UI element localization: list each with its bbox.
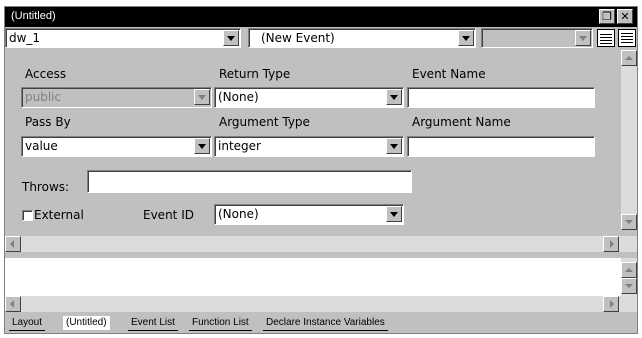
chevron-down-icon[interactable]: [386, 206, 402, 222]
return-type-value: (None): [218, 90, 259, 104]
scroll-left-icon[interactable]: [5, 236, 21, 252]
scroll-up-icon[interactable]: [621, 262, 637, 278]
event-id-label: Event ID: [143, 208, 194, 222]
chevron-down-icon[interactable]: [386, 89, 402, 105]
editor-horizontal-scrollbar[interactable]: [5, 296, 637, 312]
tab-untitled[interactable]: (Untitled): [63, 316, 110, 330]
return-type-label: Return Type: [219, 67, 291, 81]
scroll-right-icon[interactable]: [603, 236, 619, 252]
event-select-value: (New Event): [261, 31, 335, 45]
editor-vertical-scrollbar[interactable]: [621, 258, 637, 296]
chevron-down-icon[interactable]: [194, 89, 210, 105]
split-view-icon[interactable]: [618, 29, 636, 47]
event-name-label: Event Name: [412, 67, 486, 81]
chevron-down-icon[interactable]: [458, 30, 474, 46]
argument-type-value: integer: [218, 139, 261, 153]
list-view-icon[interactable]: [597, 29, 615, 47]
access-label: Access: [25, 67, 67, 81]
external-checkbox[interactable]: [22, 210, 33, 221]
chevron-down-icon[interactable]: [575, 30, 591, 46]
return-type-select[interactable]: (None): [214, 87, 404, 108]
horizontal-scrollbar[interactable]: [5, 236, 637, 252]
pass-by-label: Pass By: [25, 115, 71, 129]
object-select[interactable]: dw_1: [5, 28, 241, 48]
chevron-down-icon[interactable]: [194, 138, 210, 154]
script-window: (Untitled) ❐ ✕ dw_1 (New Event) Access R…: [4, 6, 638, 334]
scroll-down-icon[interactable]: [621, 214, 637, 230]
close-icon[interactable]: ✕: [617, 9, 633, 24]
title-bar: (Untitled) ❐ ✕: [5, 7, 637, 27]
event-id-select[interactable]: (None): [214, 204, 404, 225]
scroll-down-icon[interactable]: [621, 278, 637, 294]
object-select-value: dw_1: [9, 31, 41, 45]
script-editor[interactable]: [5, 258, 621, 296]
vertical-scrollbar[interactable]: [621, 50, 637, 230]
restore-icon[interactable]: ❐: [599, 9, 615, 24]
tab-layout[interactable]: Layout: [9, 316, 46, 331]
scroll-left-icon[interactable]: [5, 296, 21, 312]
tab-declare-instance-variables[interactable]: Declare Instance Variables: [263, 316, 388, 331]
prototype-select[interactable]: [481, 28, 593, 48]
scroll-up-icon[interactable]: [621, 50, 637, 66]
access-select[interactable]: public: [21, 87, 212, 108]
access-value: public: [25, 90, 62, 104]
chevron-down-icon[interactable]: [223, 30, 239, 46]
scroll-right-icon[interactable]: [603, 296, 619, 312]
throws-input[interactable]: [87, 170, 412, 193]
event-select[interactable]: (New Event): [248, 28, 476, 48]
pass-by-select[interactable]: value: [21, 136, 212, 157]
window-title: (Untitled): [11, 10, 56, 22]
argument-name-label: Argument Name: [412, 115, 511, 129]
argument-type-select[interactable]: integer: [214, 136, 404, 157]
tab-event-list[interactable]: Event List: [128, 316, 178, 331]
tab-strip: Layout (Untitled) Event List Function Li…: [5, 316, 637, 333]
pass-by-value: value: [25, 139, 58, 153]
throws-label: Throws:: [22, 180, 70, 194]
chevron-down-icon[interactable]: [386, 138, 402, 154]
event-id-value: (None): [218, 207, 259, 221]
event-name-input[interactable]: [407, 87, 595, 108]
tab-function-list[interactable]: Function List: [189, 316, 252, 331]
external-label: External: [34, 208, 84, 222]
argument-type-label: Argument Type: [219, 115, 310, 129]
argument-name-input[interactable]: [407, 136, 595, 157]
